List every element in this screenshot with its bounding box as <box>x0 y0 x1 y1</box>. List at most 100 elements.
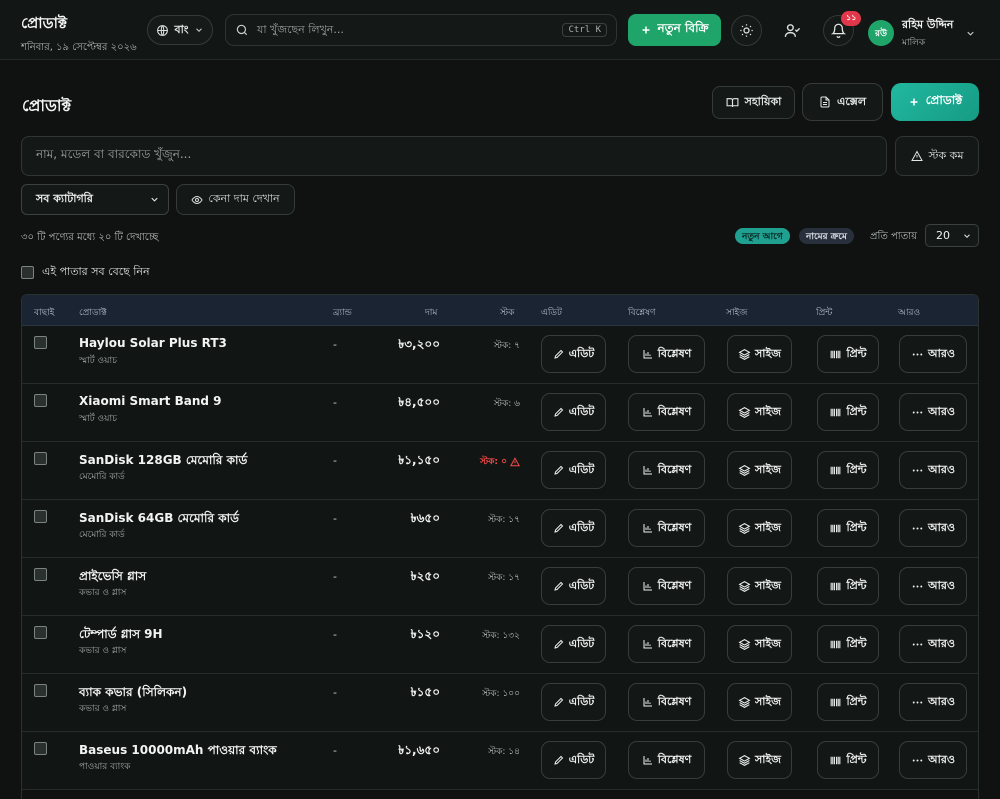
print-button[interactable]: প্রিন্ট <box>817 393 879 431</box>
more-button[interactable]: আরও <box>899 567 967 605</box>
barcode-icon <box>829 754 842 767</box>
size-button[interactable]: সাইজ <box>727 393 792 431</box>
row-checkbox[interactable] <box>34 742 47 755</box>
print-button[interactable]: প্রিন্ট <box>817 451 879 489</box>
table-row[interactable]: Xiaomi Smart Band 9 স্মার্ট ওয়াচ - ৳৪,৫০০ স… <box>22 384 978 442</box>
row-checkbox[interactable] <box>34 568 47 581</box>
more-horizontal-icon <box>911 348 924 361</box>
table-row[interactable]: SanDisk 64GB মেমোরি কার্ড মেমোরি কার্ড - ৳৬… <box>22 500 978 558</box>
size-button[interactable]: সাইজ <box>727 683 792 721</box>
size-button[interactable]: সাইজ <box>727 335 792 373</box>
print-button[interactable]: প্রিন্ট <box>817 567 879 605</box>
excel-button[interactable]: এক্সেল <box>802 83 883 121</box>
user-check-button[interactable] <box>777 15 808 46</box>
edit-button[interactable]: এডিট <box>541 509 606 547</box>
more-button[interactable]: আরও <box>899 741 967 779</box>
new-sale-button[interactable]: নতুন বিক্রি <box>628 14 721 46</box>
edit-button[interactable]: এডিট <box>541 683 606 721</box>
product-brand: - <box>333 396 337 409</box>
add-product-button[interactable]: প্রোডাক্ট <box>891 83 979 121</box>
edit-button[interactable]: এডিট <box>541 451 606 489</box>
show-cost-price-button[interactable]: কেনা দাম দেখান <box>176 184 295 215</box>
edit-button[interactable]: এডিট <box>541 567 606 605</box>
more-button[interactable]: আরও <box>899 509 967 547</box>
header-price: দাম <box>425 308 438 318</box>
table-row[interactable]: Baseus 10000mAh পাওয়ার ব্যাংক পাওয়ার ব্… <box>22 732 978 790</box>
analysis-button[interactable]: বিশ্লেষণ <box>628 567 705 605</box>
size-button[interactable]: সাইজ <box>727 567 792 605</box>
per-page-select[interactable]: 20 <box>925 224 979 247</box>
header-size: সাইজ <box>726 308 748 318</box>
analysis-button[interactable]: বিশ্লেষণ <box>628 509 705 547</box>
more-label: আরও <box>928 404 955 418</box>
size-button[interactable]: সাইজ <box>727 451 792 489</box>
product-stock: স্টক: ১০০ <box>482 689 520 699</box>
current-date: শনিবার, ১৯ সেপ্টেম্বর ২০২৬ <box>21 42 137 53</box>
chevron-down-icon <box>149 194 160 205</box>
table-row[interactable]: প্রাইভেসি গ্লাস কভার ও গ্লাস - ৳২৫০ স্টক: ১৭… <box>22 558 978 616</box>
product-name[interactable]: Xiaomi Smart Band 9 <box>79 394 221 408</box>
theme-toggle-button[interactable] <box>731 15 762 46</box>
edit-button[interactable]: এডিট <box>541 393 606 431</box>
print-button[interactable]: প্রিন্ট <box>817 741 879 779</box>
print-button[interactable]: প্রিন্ট <box>817 335 879 373</box>
print-button[interactable]: প্রিন্ট <box>817 683 879 721</box>
size-button[interactable]: সাইজ <box>727 625 792 663</box>
row-checkbox[interactable] <box>34 626 47 639</box>
size-button[interactable]: সাইজ <box>727 741 792 779</box>
analysis-button[interactable]: বিশ্লেষণ <box>628 451 705 489</box>
analysis-button[interactable]: বিশ্লেষণ <box>628 393 705 431</box>
table-row[interactable]: ব্যাক কভার (সিলিকন) কভার ও গ্লাস - ৳১৫০ স্টক… <box>22 674 978 732</box>
category-select[interactable]: সব ক্যাটাগরি <box>21 184 169 215</box>
global-search[interactable]: যা খুঁজছেন লিখুন... Ctrl K <box>225 14 617 46</box>
edit-button[interactable]: এডিট <box>541 741 606 779</box>
table-row[interactable]: Haylou Solar Plus RT3 স্মার্ট ওয়াচ - ৳৩,২০… <box>22 326 978 384</box>
more-button[interactable]: আরও <box>899 393 967 431</box>
print-button[interactable]: প্রিন্ট <box>817 509 879 547</box>
edit-button[interactable]: এডিট <box>541 625 606 663</box>
analysis-label: বিশ্লেষণ <box>657 694 692 708</box>
sun-icon <box>739 23 754 38</box>
pencil-icon <box>553 638 565 650</box>
row-checkbox[interactable] <box>34 684 47 697</box>
size-button[interactable]: সাইজ <box>727 509 792 547</box>
result-count: ৩০ টি পণ্যের মধ্যে ২০ টি দেখাচ্ছে <box>21 232 159 243</box>
low-stock-filter-button[interactable]: স্টক কম <box>895 136 979 176</box>
warning-icon <box>510 456 520 467</box>
more-label: আরও <box>928 752 955 766</box>
analysis-button[interactable]: বিশ্লেষণ <box>628 625 705 663</box>
guide-button[interactable]: সহায়িকা <box>712 86 795 119</box>
language-switcher[interactable]: বাং <box>147 15 213 45</box>
product-category: কভার ও গ্লাস <box>79 704 127 714</box>
product-stock: স্টক: ১৭ <box>487 515 520 525</box>
product-name[interactable]: Haylou Solar Plus RT3 <box>79 336 227 350</box>
row-checkbox[interactable] <box>34 336 47 349</box>
row-checkbox[interactable] <box>34 452 47 465</box>
analysis-label: বিশ্লেষণ <box>657 462 692 476</box>
product-search-input[interactable]: নাম, মডেল বা বারকোড খুঁজুন... <box>21 136 887 176</box>
analysis-button[interactable]: বিশ্লেষণ <box>628 741 705 779</box>
sort-newest-chip[interactable]: নতুন আগে <box>735 228 790 244</box>
analysis-button[interactable]: বিশ্লেষণ <box>628 335 705 373</box>
print-button[interactable]: প্রিন্ট <box>817 625 879 663</box>
user-menu[interactable]: রউ রহিম উদ্দিন মালিক <box>868 16 976 50</box>
edit-button[interactable]: এডিট <box>541 335 606 373</box>
select-all-row[interactable]: এই পাতার সব বেছে নিন <box>21 263 150 282</box>
table-row[interactable]: টেম্পার্ড গ্লাস 9H কভার ও গ্লাস - ৳১২০ স্টক:… <box>22 616 978 674</box>
more-button[interactable]: আরও <box>899 683 967 721</box>
select-all-checkbox[interactable] <box>21 266 34 279</box>
analysis-button[interactable]: বিশ্লেষণ <box>628 683 705 721</box>
bar-chart-icon <box>642 522 654 534</box>
table-row[interactable]: SanDisk 128GB মেমোরি কার্ড মেমোরি কার্ড - ৳… <box>22 442 978 500</box>
more-button[interactable]: আরও <box>899 451 967 489</box>
more-button[interactable]: আরও <box>899 335 967 373</box>
print-label: প্রিন্ট <box>846 752 867 766</box>
sort-name-chip[interactable]: নামের ক্রমে <box>799 228 854 244</box>
product-brand: - <box>333 628 337 641</box>
more-button[interactable]: আরও <box>899 625 967 663</box>
row-checkbox[interactable] <box>34 394 47 407</box>
analysis-label: বিশ্লেষণ <box>657 636 692 650</box>
global-search-placeholder[interactable]: যা খুঁজছেন লিখুন... <box>257 21 554 40</box>
print-label: প্রিন্ট <box>846 346 867 360</box>
row-checkbox[interactable] <box>34 510 47 523</box>
